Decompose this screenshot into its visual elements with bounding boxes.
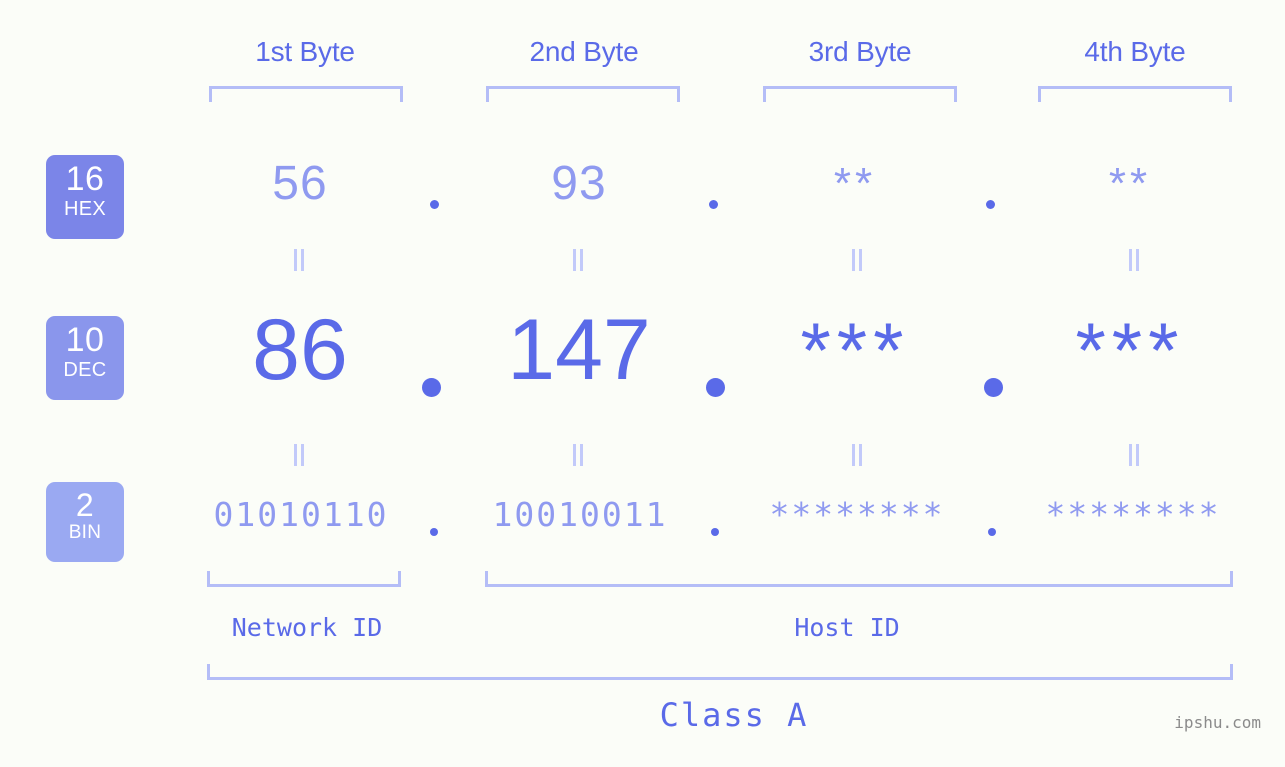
hex-byte-4-value: ** [1108,159,1152,208]
base-badge-hex: 16 HEX [46,155,124,239]
bin-separator-dot-2 [711,528,719,536]
hex-byte-2-value: 93 [551,157,607,210]
dec-separator-dot-2 [706,378,725,397]
byte-bracket-2 [486,86,680,102]
bin-byte-2-value: 10010011 [492,495,668,534]
base-badge-bin: 2 BIN [46,482,124,562]
equals-mark-hex-dec-2 [572,249,586,271]
byte-header-4: 4th Byte [1084,36,1186,67]
base-badge-bin-number: 2 [75,487,95,523]
bin-byte-3-value: ******** [769,495,945,534]
byte-bracket-4 [1038,86,1232,102]
bin-byte-4-value: ******** [1045,495,1221,534]
host-id-bracket [485,571,1233,587]
equals-mark-hex-dec-3 [851,249,865,271]
dec-byte-3-value: *** [800,306,910,394]
base-badge-dec-name: DEC [63,359,107,381]
dec-separator-dot-1 [422,378,441,397]
equals-mark-hex-dec-4 [1128,249,1142,271]
base-badge-hex-number: 16 [65,160,105,198]
equals-mark-dec-bin-1 [293,444,307,466]
base-badge-hex-name: HEX [63,198,107,220]
bin-byte-1-value: 01010110 [213,495,389,534]
base-badge-bin-name: BIN [68,522,102,543]
network-id-label: Network ID [231,613,383,642]
network-id-bracket [207,571,401,587]
class-label: Class A [659,696,809,734]
hex-separator-dot-1 [430,200,439,209]
host-id-label: Host ID [794,613,900,642]
hex-byte-3-value: ** [833,159,877,208]
equals-mark-dec-bin-4 [1128,444,1142,466]
dec-byte-2-value: 147 [507,302,651,398]
equals-mark-hex-dec-1 [293,249,307,271]
byte-bracket-3 [763,86,957,102]
byte-header-1: 1st Byte [255,36,355,67]
base-badge-dec-number: 10 [65,321,105,359]
hex-separator-dot-2 [709,200,718,209]
base-badge-dec: 10 DEC [46,316,124,400]
site-watermark: ipshu.com [1174,713,1261,732]
byte-bracket-1 [209,86,403,102]
dec-byte-1-value: 86 [252,302,348,398]
hex-separator-dot-3 [986,200,995,209]
class-bracket [207,664,1233,680]
dec-byte-4-value: *** [1075,306,1185,394]
byte-header-2: 2nd Byte [529,36,639,67]
equals-mark-dec-bin-2 [572,444,586,466]
bin-separator-dot-3 [988,528,996,536]
byte-header-3: 3rd Byte [808,36,912,67]
bin-separator-dot-1 [430,528,438,536]
equals-mark-dec-bin-3 [851,444,865,466]
ip-byte-breakdown-diagram: 1st Byte 2nd Byte 3rd Byte 4th Byte 16 H… [0,0,1285,767]
dec-separator-dot-3 [984,378,1003,397]
hex-byte-1-value: 56 [272,157,328,210]
